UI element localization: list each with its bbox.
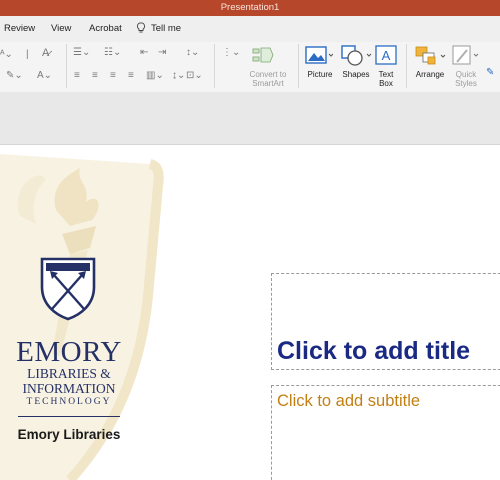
menu-tab-row: Review View Acrobat Tell me: [0, 16, 500, 42]
font-size-divider: |: [26, 49, 29, 60]
line-spacing-icon[interactable]: ↕⌄: [186, 48, 199, 58]
ribbon-separator: [66, 44, 67, 88]
subtitle-placeholder[interactable]: Click to add subtitle: [277, 392, 420, 411]
numbering-icon[interactable]: ☷⌄: [104, 48, 121, 58]
shape-fill-icon[interactable]: ✎: [486, 68, 494, 78]
clear-format-icon[interactable]: A̷: [42, 48, 49, 59]
align-text-icon[interactable]: ⊡⌄: [186, 71, 203, 81]
quick-styles-icon[interactable]: [451, 44, 481, 68]
logo-emory-word: EMORY: [16, 336, 122, 368]
text-box-icon[interactable]: A: [375, 45, 397, 65]
lightbulb-icon: [137, 22, 145, 33]
font-size-down-icon[interactable]: ᴬ⌄: [0, 50, 13, 60]
quick-styles-label-2[interactable]: Styles: [448, 79, 484, 88]
decrease-indent-icon[interactable]: ⇤: [140, 48, 148, 58]
window-title: Presentation1: [220, 2, 280, 13]
logo-information-line: INFORMATION: [22, 381, 116, 396]
smartart-columns-icon[interactable]: ⋮⌄: [222, 48, 240, 58]
text-box-label-1[interactable]: Text: [372, 70, 400, 79]
align-right-icon[interactable]: ≡: [110, 71, 116, 81]
bullets-icon[interactable]: ☰⌄: [73, 48, 90, 58]
smartart-icon[interactable]: [252, 46, 274, 66]
text-direction-icon[interactable]: ↨⌄: [172, 71, 185, 81]
convert-smartart-label-2[interactable]: SmartArt: [243, 79, 293, 88]
columns-icon[interactable]: ▥⌄: [146, 71, 164, 81]
emory-shield-logo: [40, 257, 96, 321]
logo-divider: [18, 416, 120, 417]
picture-label[interactable]: Picture: [302, 70, 338, 79]
font-color-icon[interactable]: A⌄: [37, 71, 52, 81]
logo-technology-line: TECHNOLOGY: [26, 397, 112, 407]
align-center-icon[interactable]: ≡: [92, 71, 98, 81]
title-placeholder[interactable]: Click to add title: [277, 337, 470, 366]
convert-smartart-label-1[interactable]: Convert to: [243, 70, 293, 79]
arrange-icon[interactable]: [414, 45, 448, 67]
tab-review[interactable]: Review: [4, 23, 35, 34]
text-box-label-2[interactable]: Box: [372, 79, 400, 88]
shapes-label[interactable]: Shapes: [337, 70, 375, 79]
shapes-icon[interactable]: [340, 44, 372, 66]
align-left-icon[interactable]: ≡: [74, 71, 80, 81]
window-title-bar: Presentation1: [0, 0, 500, 16]
highlight-pen-icon[interactable]: ✎⌄: [6, 71, 23, 81]
justify-icon[interactable]: ≡: [128, 71, 134, 81]
ribbon-gray-area: [0, 92, 500, 145]
picture-icon[interactable]: [305, 45, 333, 65]
tell-me-search[interactable]: Tell me: [151, 23, 181, 34]
ribbon-separator: [298, 44, 299, 88]
tab-view[interactable]: View: [51, 23, 71, 34]
increase-indent-icon[interactable]: ⇥: [158, 48, 166, 58]
svg-text:A: A: [382, 48, 391, 63]
ribbon-separator: [406, 44, 407, 88]
logo-libraries-line: LIBRARIES &: [27, 366, 111, 381]
quick-styles-label-1[interactable]: Quick: [448, 70, 484, 79]
logo-emory-libraries: Emory Libraries: [17, 427, 121, 442]
tab-acrobat[interactable]: Acrobat: [89, 23, 122, 34]
ribbon-separator: [214, 44, 215, 88]
arrange-label[interactable]: Arrange: [412, 70, 448, 79]
